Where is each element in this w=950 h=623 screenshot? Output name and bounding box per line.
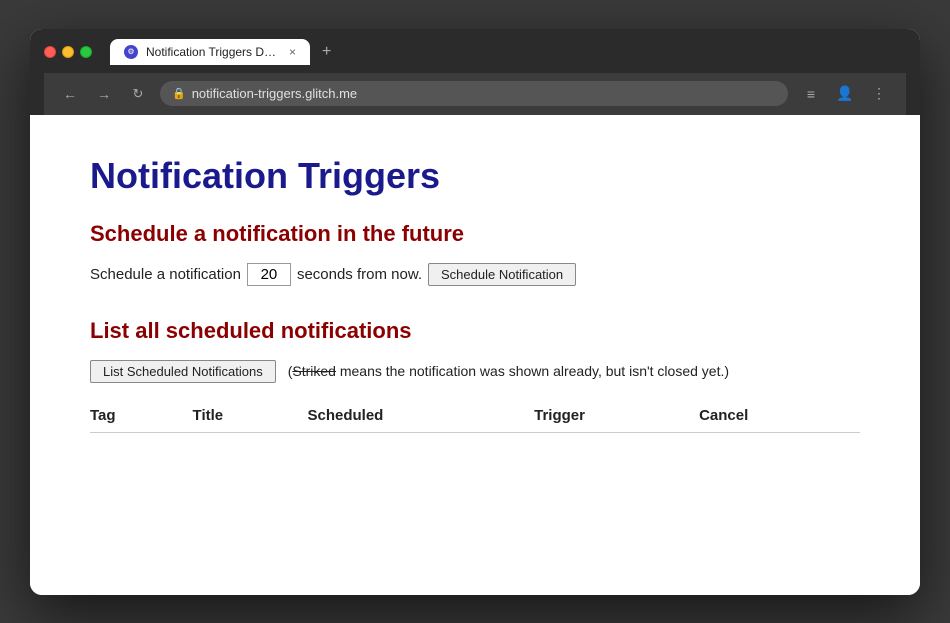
traffic-lights: [44, 46, 92, 58]
striked-word: Striked: [292, 363, 336, 379]
address-actions: ≡ 👤 ⋮: [798, 81, 892, 107]
browser-window: ⚙ Notification Triggers Demo × + ← → ↻ 🔒…: [30, 29, 920, 595]
new-tab-button[interactable]: +: [314, 39, 339, 65]
notifications-table: Tag Title Scheduled Trigger Cancel: [90, 399, 860, 433]
tab-title: Notification Triggers Demo: [146, 45, 281, 59]
col-scheduled: Scheduled: [307, 399, 534, 433]
address-bar: ← → ↻ 🔒 notification-triggers.glitch.me …: [44, 73, 906, 115]
page-content: Notification Triggers Schedule a notific…: [30, 115, 920, 595]
schedule-label-before: Schedule a notification: [90, 266, 241, 283]
minimize-traffic-light[interactable]: [62, 46, 74, 58]
col-title: Title: [193, 399, 308, 433]
list-scheduled-row: List Scheduled Notifications (Striked me…: [90, 360, 860, 383]
col-trigger: Trigger: [534, 399, 699, 433]
list-scheduled-notifications-button[interactable]: List Scheduled Notifications: [90, 360, 276, 383]
active-tab[interactable]: ⚙ Notification Triggers Demo ×: [110, 39, 310, 65]
tab-favicon: ⚙: [124, 45, 138, 59]
col-tag: Tag: [90, 399, 193, 433]
more-button[interactable]: ⋮: [866, 81, 892, 107]
section2-heading: List all scheduled notifications: [90, 318, 860, 344]
table-header-row: Tag Title Scheduled Trigger Cancel: [90, 399, 860, 433]
back-button[interactable]: ←: [58, 82, 82, 106]
forward-button[interactable]: →: [92, 82, 116, 106]
tab-close-button[interactable]: ×: [289, 46, 296, 58]
schedule-label-after: seconds from now.: [297, 266, 422, 283]
page-title: Notification Triggers: [90, 155, 860, 197]
url-bar[interactable]: 🔒 notification-triggers.glitch.me: [160, 81, 788, 106]
seconds-input[interactable]: [247, 263, 291, 286]
col-cancel: Cancel: [699, 399, 860, 433]
reload-button[interactable]: ↻: [126, 82, 150, 106]
striked-note: (Striked means the notification was show…: [288, 363, 729, 379]
title-bar: ⚙ Notification Triggers Demo × + ← → ↻ 🔒…: [30, 29, 920, 115]
close-traffic-light[interactable]: [44, 46, 56, 58]
account-button[interactable]: 👤: [832, 81, 858, 107]
maximize-traffic-light[interactable]: [80, 46, 92, 58]
url-text: notification-triggers.glitch.me: [192, 86, 357, 101]
reading-list-button[interactable]: ≡: [798, 81, 824, 107]
lock-icon: 🔒: [172, 87, 186, 100]
tabs-row: ⚙ Notification Triggers Demo × +: [110, 39, 906, 65]
section1-heading: Schedule a notification in the future: [90, 221, 860, 247]
schedule-row: Schedule a notification seconds from now…: [90, 263, 860, 286]
schedule-notification-button[interactable]: Schedule Notification: [428, 263, 576, 286]
